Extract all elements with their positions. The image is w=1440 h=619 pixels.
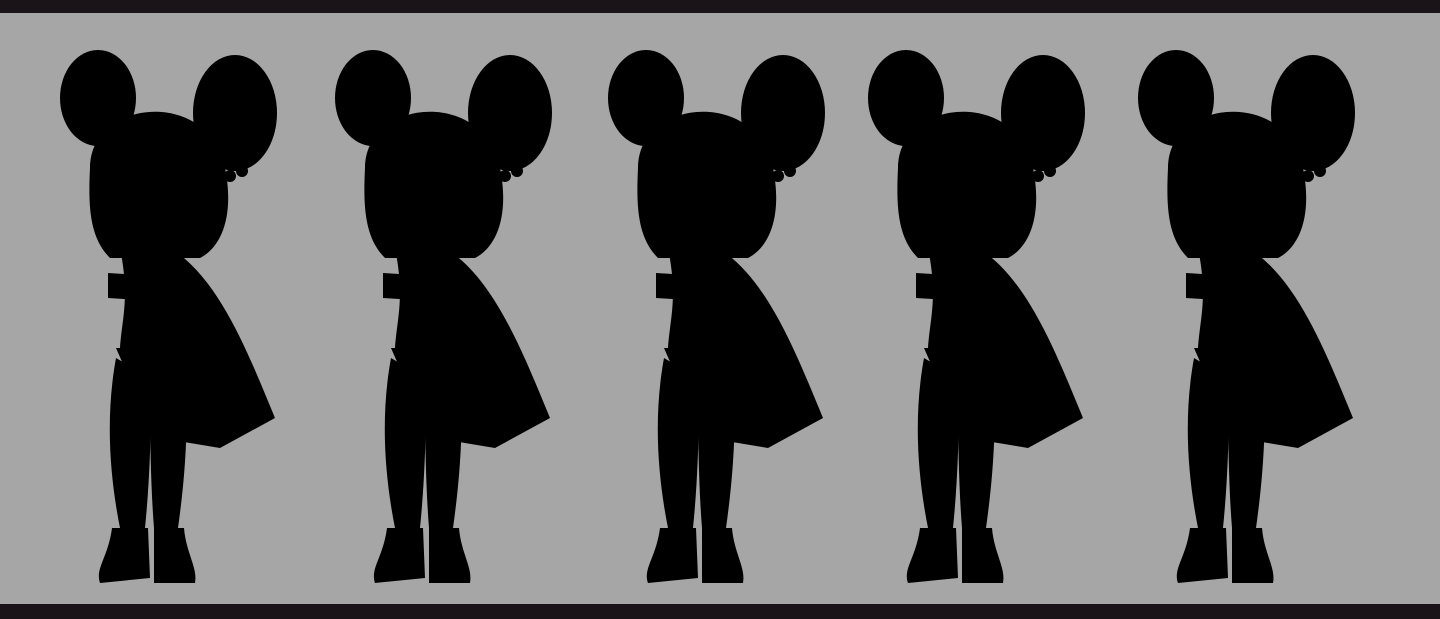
artwork-frame: .s1 .earL,.s1 .earR,.s1 .tail,.s1 .cape,… [0, 0, 1440, 619]
artwork-canvas: .s1 .earL,.s1 .earR,.s1 .tail,.s1 .cape,… [0, 13, 1440, 604]
stage-clean-sketch: .s2 .earL,.s2 .earR,.s2 .tail,.s2 .cape,… [335, 50, 574, 583]
stage-flat-color: .s4 .earL,.s4 .earR { fill:#b6b3c0; stro… [868, 50, 1107, 583]
stage-final-render: .s5 .earL,.s5 .earR { fill:#e89ab0; stro… [1138, 50, 1377, 583]
stage-blue-lineart: .s3 .earL,.s3 .earR,.s3 .tail,.s3 .hair,… [608, 50, 847, 583]
bottom-border [0, 604, 1440, 619]
stage-rough-sketch: .s1 .earL,.s1 .earR,.s1 .tail,.s1 .cape,… [60, 50, 299, 583]
character-turnaround-svg: .s1 .earL,.s1 .earR,.s1 .tail,.s1 .cape,… [60, 50, 1377, 583]
top-border [0, 0, 1440, 13]
